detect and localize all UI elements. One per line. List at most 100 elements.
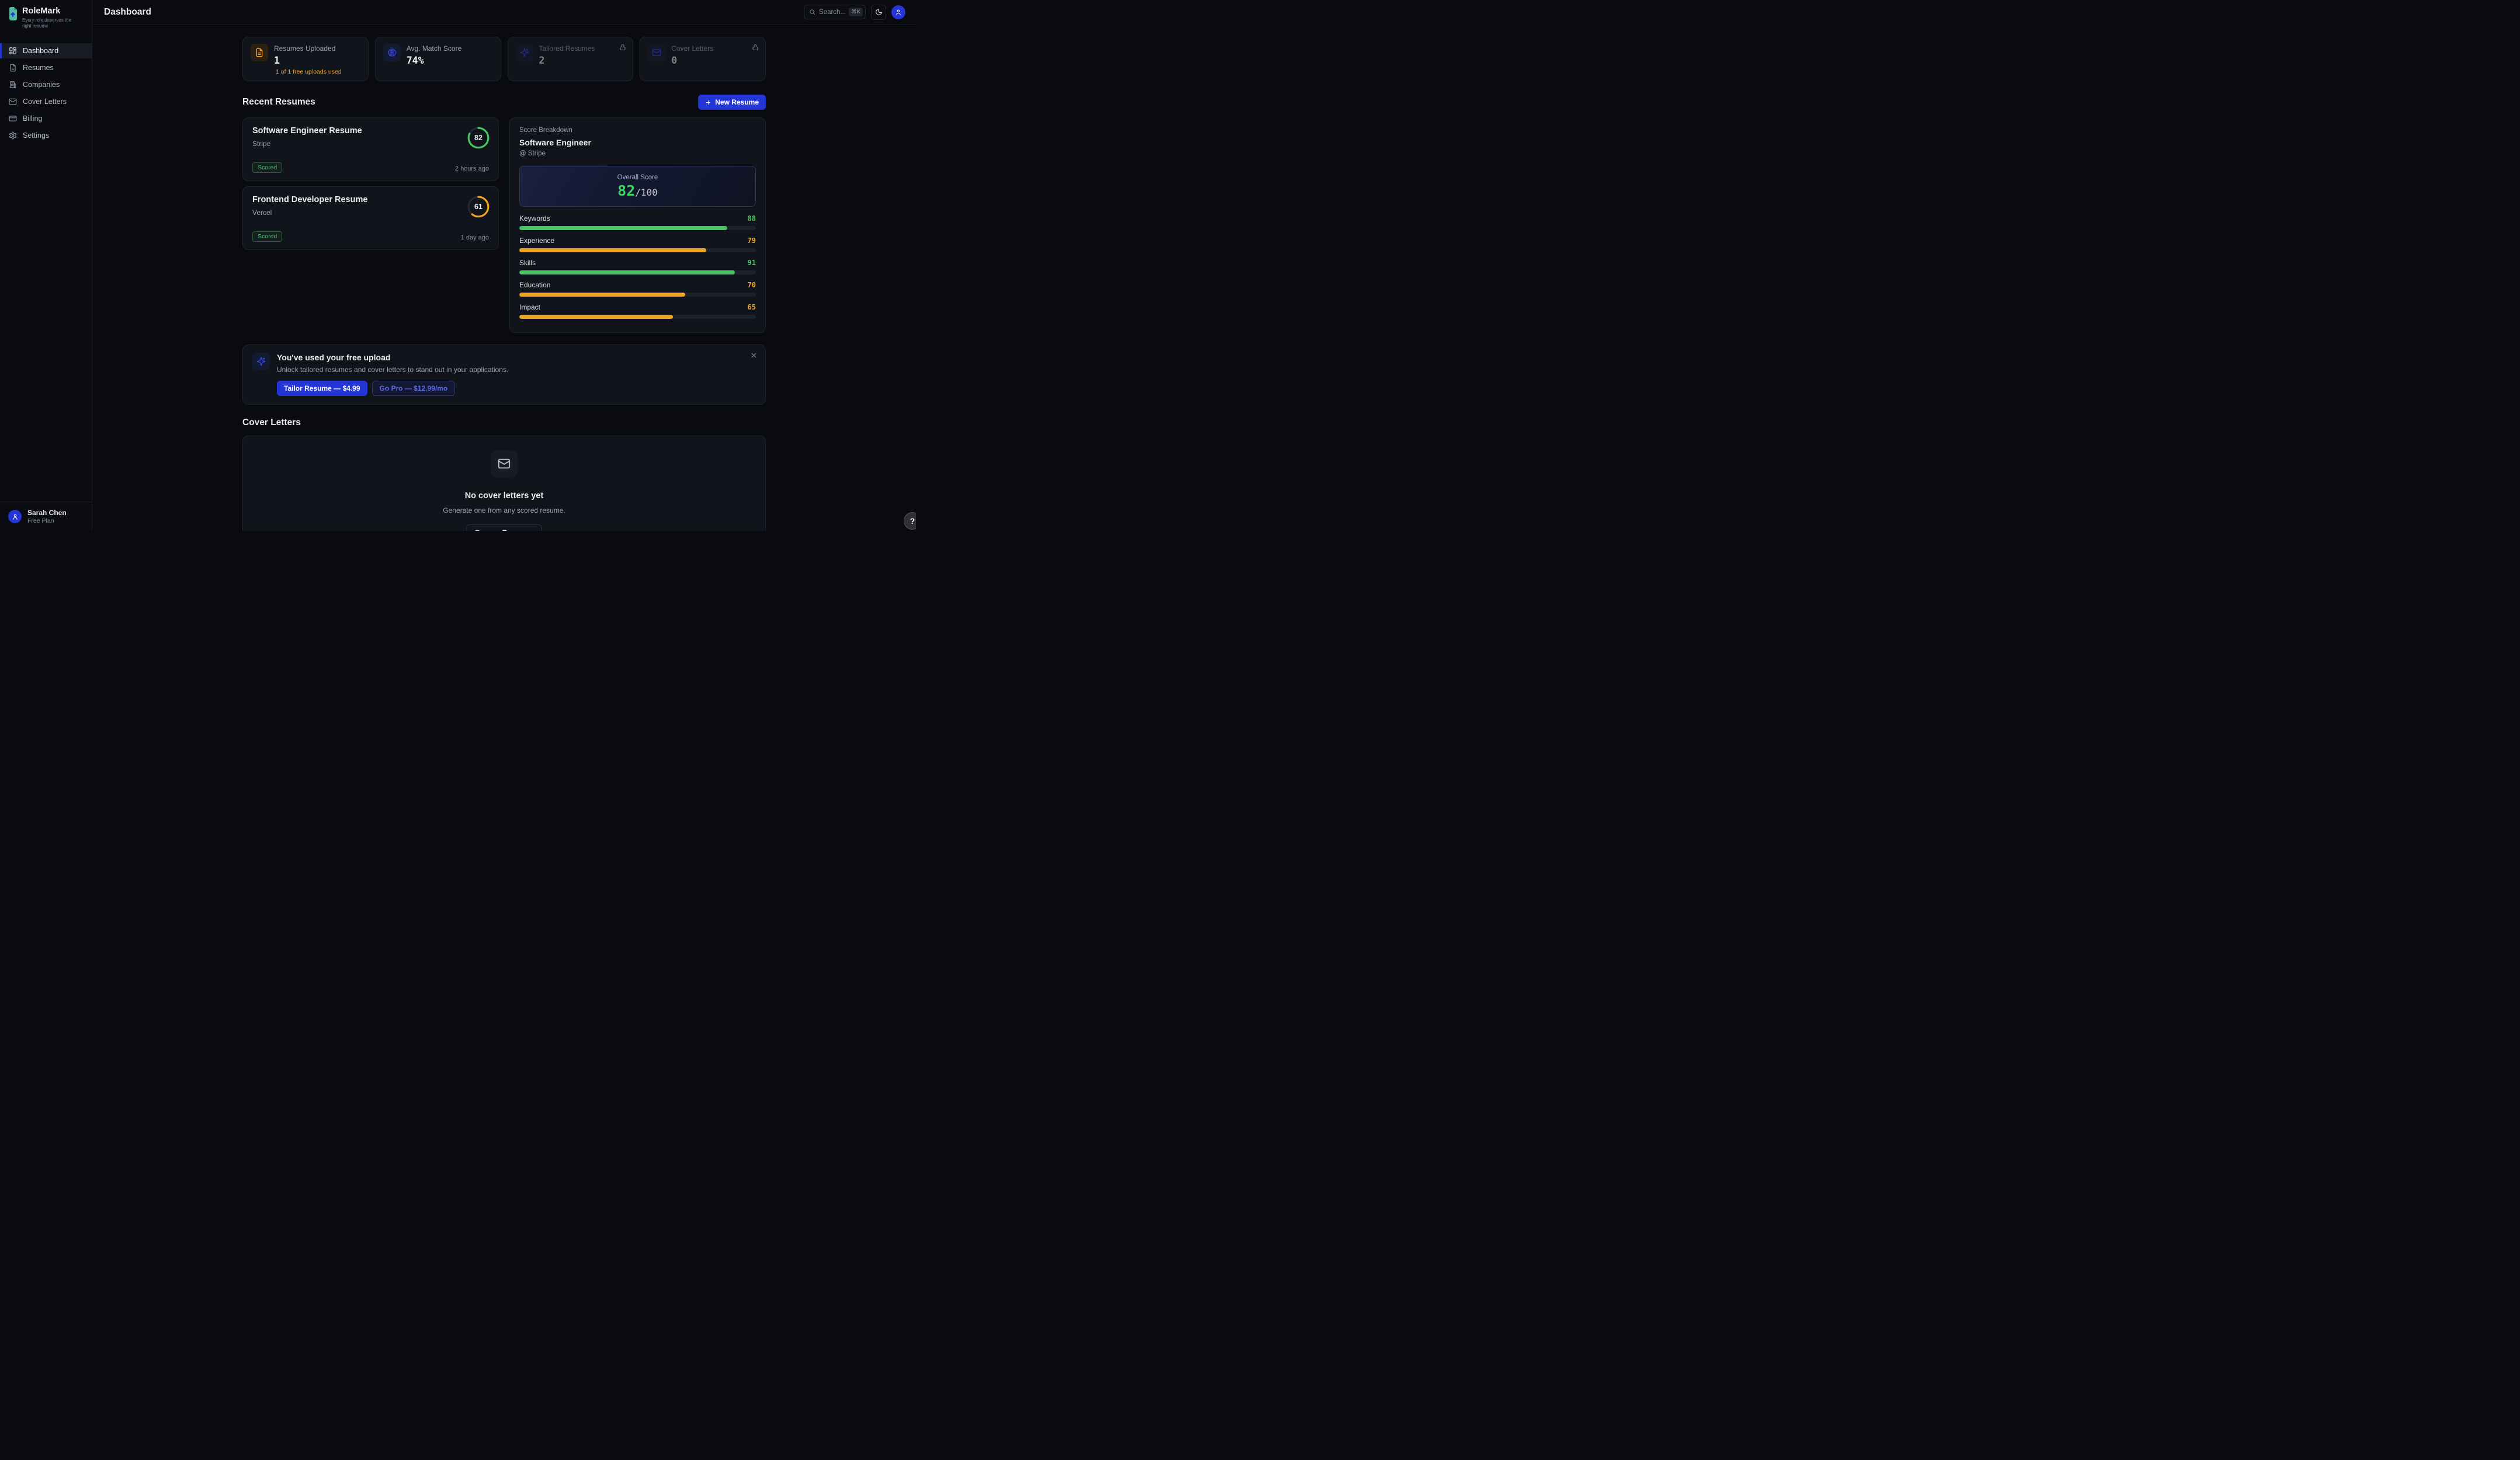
go-pro-button[interactable]: Go Pro — $12.99/mo — [372, 381, 456, 396]
score-ring-value: 61 — [467, 195, 490, 218]
overall-score-value: 82 — [617, 182, 635, 199]
moon-icon — [875, 8, 883, 16]
overall-score-box: Overall Score 82 /100 — [519, 166, 756, 207]
content-scroll[interactable]: Resumes Uploaded 1 1 of 1 free uploads u… — [92, 25, 916, 531]
resume-title: Frontend Developer Resume — [252, 195, 489, 204]
user-name: Sarah Chen — [27, 509, 67, 517]
banner-subtitle: Unlock tailored resumes and cover letter… — [277, 366, 508, 374]
cover-letters-empty-state: No cover letters yet Generate one from a… — [242, 436, 766, 531]
lock-icon — [752, 43, 759, 54]
status-badge: Scored — [252, 162, 282, 173]
cover-letters-heading: Cover Letters — [242, 418, 301, 428]
sidebar-item-label: Settings — [23, 131, 49, 140]
mail-icon — [9, 98, 17, 106]
dashboard-icon — [9, 47, 17, 55]
stat-value: 1 — [274, 55, 335, 66]
resume-list: Software Engineer Resume Stripe Scored 2… — [242, 117, 499, 250]
stat-card-resumes-uploaded: Resumes Uploaded 1 1 of 1 free uploads u… — [242, 37, 369, 81]
stat-label: Cover Letters — [671, 44, 713, 53]
resume-card-frontend-developer[interactable]: Frontend Developer Resume Vercel Scored … — [242, 186, 499, 250]
score-bar-skills: Skills 91 — [519, 259, 756, 274]
resume-card-software-engineer[interactable]: Software Engineer Resume Stripe Scored 2… — [242, 117, 499, 181]
stat-card-tailored-resumes: Tailored Resumes 2 — [508, 37, 634, 81]
score-bar-impact: Impact 65 — [519, 303, 756, 319]
upsell-banner: You've used your free upload Unlock tail… — [242, 345, 766, 405]
sidebar-user[interactable]: Sarah Chen Free Plan — [0, 502, 92, 531]
sidebar-item-dashboard[interactable]: Dashboard — [0, 43, 92, 58]
search-shortcut-badge: ⌘K — [849, 8, 863, 16]
status-badge: Scored — [252, 231, 282, 242]
sidebar-item-resumes[interactable]: Resumes — [0, 60, 92, 75]
file-icon — [9, 64, 17, 72]
page-title: Dashboard — [104, 7, 151, 18]
credit-card-icon — [9, 114, 17, 123]
sidebar-item-billing[interactable]: Billing — [0, 111, 92, 126]
score-ring: 82 — [467, 126, 490, 150]
profile-avatar-button[interactable] — [891, 5, 905, 19]
score-ring-value: 82 — [467, 126, 490, 150]
score-bar-keywords: Keywords 88 — [519, 214, 756, 230]
score-breakdown-panel: Score Breakdown Software Engineer @ Stri… — [509, 117, 766, 333]
mail-icon — [648, 44, 665, 61]
brand: RoleMark Every role deserves the right r… — [0, 0, 92, 34]
stats-row: Resumes Uploaded 1 1 of 1 free uploads u… — [242, 37, 766, 81]
sidebar-item-cover-letters[interactable]: Cover Letters — [0, 94, 92, 109]
resume-timestamp: 1 day ago — [461, 234, 489, 241]
recent-resumes-heading: Recent Resumes — [242, 97, 315, 107]
sparkles-icon — [252, 353, 270, 370]
new-resume-button[interactable]: New Resume — [698, 95, 766, 110]
stat-card-cover-letters: Cover Letters 0 — [640, 37, 766, 81]
gear-icon — [9, 131, 17, 140]
stat-value: 2 — [539, 55, 595, 66]
sparkles-icon — [516, 44, 533, 61]
browse-resumes-button[interactable]: Browse Resumes — [466, 524, 542, 531]
mail-icon — [491, 450, 518, 477]
sidebar-item-label: Billing — [23, 114, 42, 123]
resume-title: Software Engineer Resume — [252, 126, 489, 135]
app-window: RoleMark Every role deserves the right r… — [0, 0, 916, 531]
score-bars: Keywords 88 Experience 79 — [519, 214, 756, 319]
sidebar: RoleMark Every role deserves the right r… — [0, 0, 92, 531]
search-input[interactable] — [819, 9, 845, 16]
empty-state-subtitle: Generate one from any scored resume. — [443, 506, 565, 515]
sidebar-nav: Dashboard Resumes Companies Cover Letter… — [0, 43, 92, 143]
sidebar-item-companies[interactable]: Companies — [0, 77, 92, 92]
sidebar-item-label: Cover Letters — [23, 98, 67, 106]
user-icon — [895, 9, 902, 16]
banner-title: You've used your free upload — [277, 353, 508, 362]
sidebar-item-label: Resumes — [23, 64, 54, 72]
breakdown-label: Score Breakdown — [519, 127, 756, 134]
breakdown-company: @ Stripe — [519, 150, 756, 157]
overall-score-label: Overall Score — [617, 174, 658, 181]
score-bar-experience: Experience 79 — [519, 237, 756, 252]
sidebar-item-label: Companies — [23, 81, 60, 89]
stat-label: Resumes Uploaded — [274, 44, 335, 53]
user-icon — [12, 513, 19, 520]
banner-close-button[interactable] — [750, 352, 758, 359]
stat-label: Avg. Match Score — [407, 44, 462, 53]
overall-score-max: /100 — [635, 187, 658, 198]
file-icon — [251, 44, 268, 61]
stat-value: 74% — [407, 55, 462, 66]
search-box[interactable]: ⌘K — [804, 5, 866, 19]
topbar: Dashboard ⌘K — [92, 0, 916, 25]
theme-toggle-button[interactable] — [871, 5, 886, 20]
lock-icon — [619, 43, 626, 54]
main-area: Dashboard ⌘K — [92, 0, 916, 531]
stat-card-avg-match-score: Avg. Match Score 74% — [375, 37, 501, 81]
search-icon — [809, 9, 815, 15]
stat-label: Tailored Resumes — [539, 44, 595, 53]
user-plan: Free Plan — [27, 517, 67, 524]
tailor-resume-button[interactable]: Tailor Resume — $4.99 — [277, 381, 367, 396]
score-ring: 61 — [467, 195, 490, 218]
stat-subtext: 1 of 1 free uploads used — [276, 68, 342, 75]
stat-value: 0 — [671, 55, 713, 66]
target-icon — [383, 44, 401, 61]
sidebar-item-settings[interactable]: Settings — [0, 128, 92, 143]
empty-state-title: No cover letters yet — [465, 491, 544, 500]
brand-name: RoleMark — [22, 6, 76, 16]
breakdown-role: Software Engineer — [519, 138, 756, 147]
sidebar-item-label: Dashboard — [23, 47, 58, 55]
avatar — [8, 510, 22, 523]
brand-logo-icon — [9, 7, 17, 20]
